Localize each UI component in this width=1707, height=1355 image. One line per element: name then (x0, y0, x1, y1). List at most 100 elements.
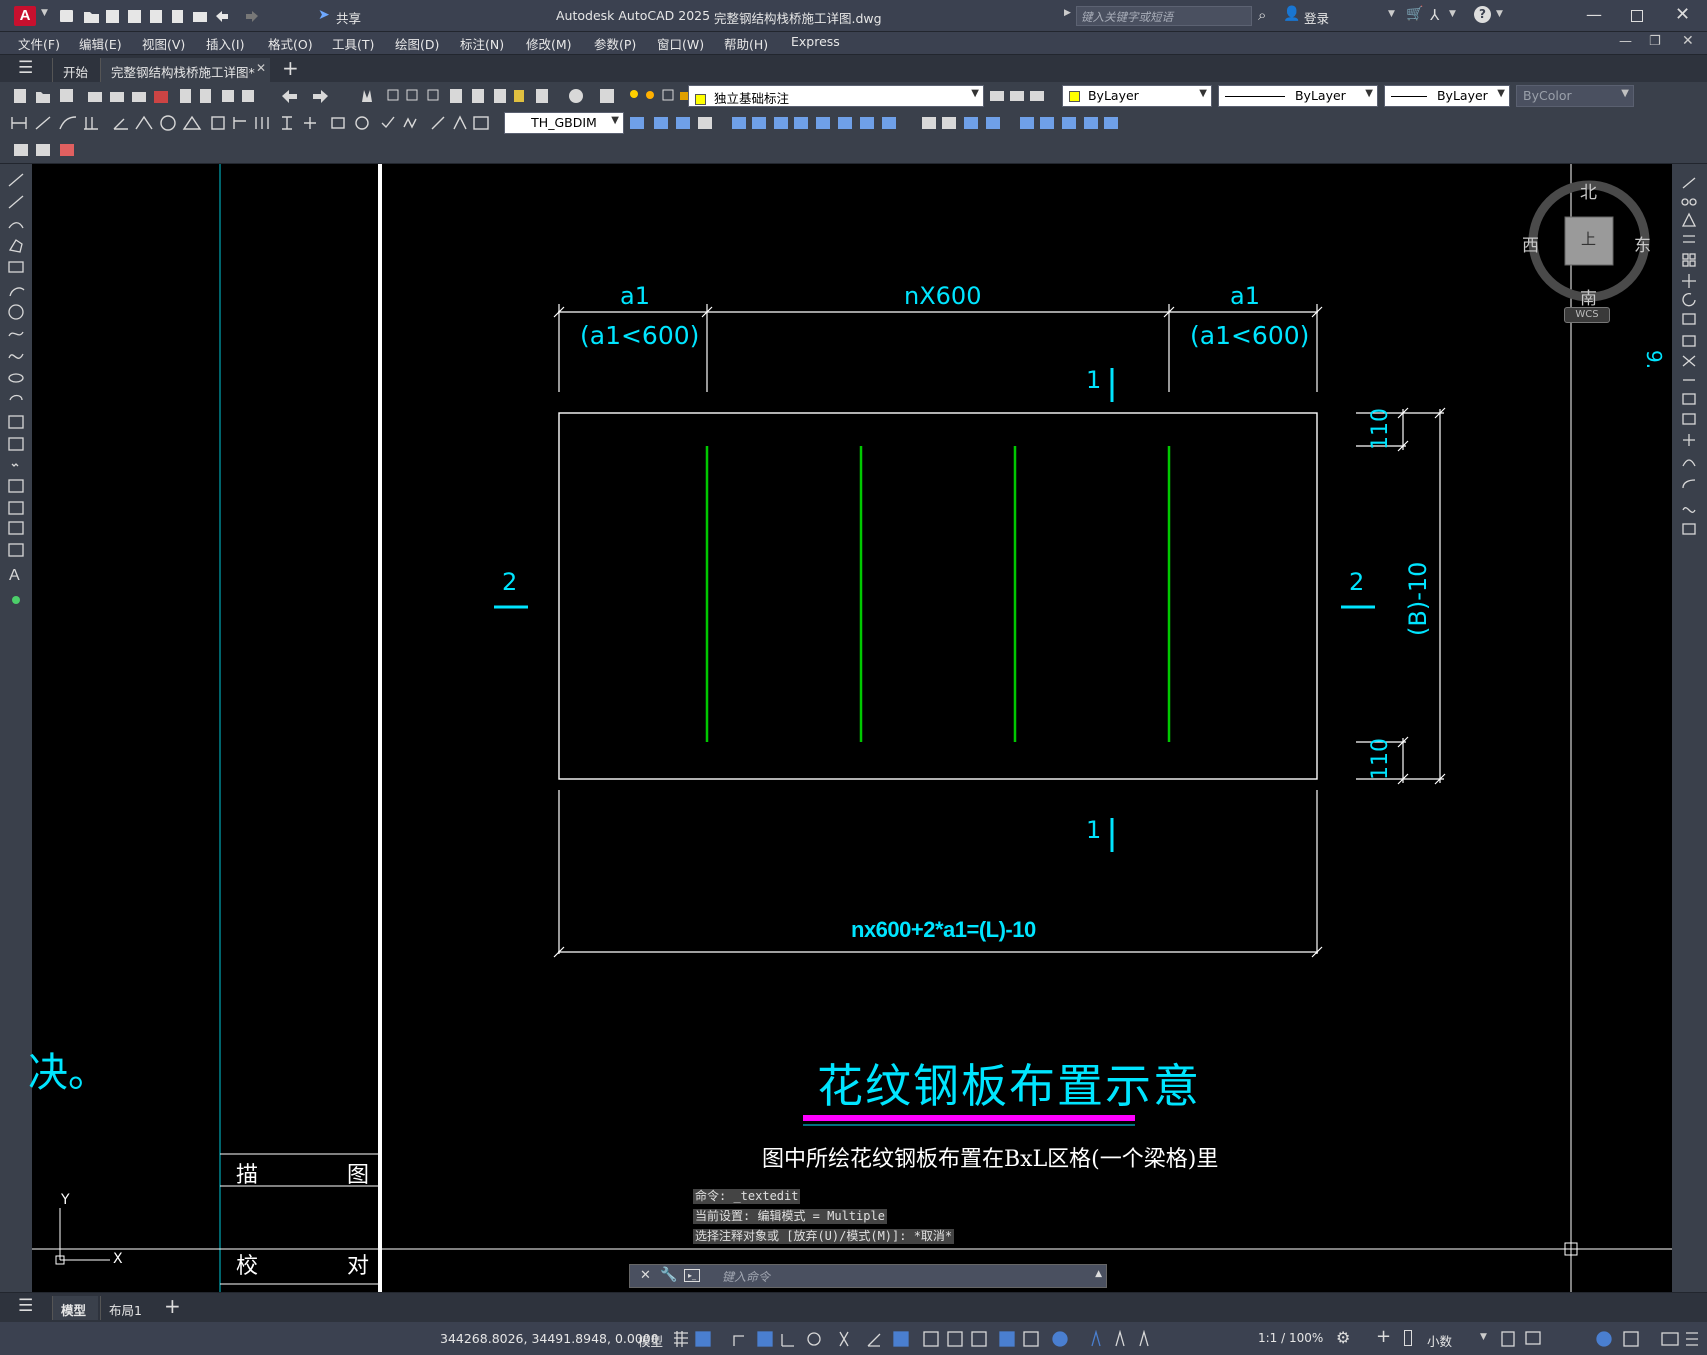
model-space-toggle[interactable]: 模型 (638, 1331, 663, 1350)
units-dropdown-arrow[interactable]: ▼ (1480, 1332, 1487, 1342)
extra-toolbar-icons[interactable] (12, 140, 82, 160)
dimstyle-dropdown[interactable]: TH_GBDIM ▼ (504, 112, 624, 134)
status-right-icons[interactable] (1500, 1330, 1700, 1348)
cart-icon[interactable]: 🛒 (1406, 6, 1423, 22)
maximize-window-icon[interactable] (1631, 10, 1643, 22)
isolate-objects-icon (1596, 1331, 1612, 1347)
annotation-monitor-icon[interactable]: + (1376, 1326, 1391, 1347)
close-tab-icon[interactable]: ✕ (256, 61, 266, 75)
app-menu-dropdown-icon[interactable]: ▼ (41, 8, 48, 18)
clean-screen-icon (1661, 1332, 1679, 1346)
viewcube-south[interactable]: 南 (1580, 284, 1597, 309)
command-history-line-3: 选择注释对象或 [放弃(U)/模式(M)]: *取消* (693, 1229, 955, 1244)
open-file-icon (84, 12, 99, 23)
account-dropdown-icon[interactable]: ▼ (1449, 9, 1456, 19)
draw-toolbar-vertical: A (0, 164, 32, 1292)
command-customize-icon[interactable]: 🔧 (660, 1267, 677, 1283)
quick-access-toolbar (58, 7, 318, 29)
status-toggle-icons[interactable] (672, 1330, 1232, 1348)
tab-model[interactable]: 模型 (52, 1296, 98, 1320)
viewcube-top[interactable]: 上 (1581, 228, 1596, 249)
right-text-fragment: 9. (1642, 350, 1666, 370)
command-history-toggle-icon[interactable]: ▲ (1095, 1269, 1102, 1279)
search-expand-icon[interactable]: ▶ (1064, 8, 1071, 18)
menu-tools[interactable]: 工具(T) (332, 34, 374, 53)
new-tab-icon[interactable]: + (282, 56, 299, 80)
command-history-line-2: 当前设置: 编辑模式 = Multiple (693, 1209, 887, 1224)
draw-tools-icons[interactable]: A (6, 168, 28, 618)
app-menu-button[interactable]: A (14, 6, 36, 26)
modify-tools-icons[interactable] (1679, 176, 1701, 576)
drawing-title: 花纹钢板布置示意 (817, 1059, 1201, 1113)
drawing-canvas[interactable]: a1 (a1<600) nX600 a1 (a1<600) 1 1 2 2 11… (28, 164, 1672, 1292)
help-dropdown-icon[interactable]: ▼ (1496, 9, 1503, 19)
close-window-icon[interactable]: ✕ (1675, 4, 1690, 25)
menu-view[interactable]: 视图(V) (142, 34, 185, 53)
annotation-scale-value[interactable]: 1:1 / 100% (1258, 1331, 1323, 1345)
menu-draw[interactable]: 绘图(D) (395, 34, 439, 53)
layer-tools-icons[interactable] (988, 87, 1048, 105)
lock-ui-icon (1525, 1331, 1541, 1345)
doc-close-icon[interactable]: ✕ (1682, 33, 1694, 49)
dim-a1-left: a1 (620, 282, 650, 310)
tab-start[interactable]: 开始 (52, 58, 98, 82)
color-dropdown[interactable]: ByLayer ▼ (1062, 85, 1212, 107)
share-button[interactable]: 共享 (336, 8, 361, 27)
section-2-right-label: 2 (1349, 568, 1365, 596)
standard-toolbar-icons[interactable] (10, 86, 690, 106)
layer-dropdown[interactable]: 独立基础标注 ▼ (688, 85, 984, 107)
command-recent-icon[interactable]: ▸_ (684, 1269, 700, 1282)
dim-110-bottom: 110 (1368, 738, 1393, 780)
dimension-toolbar-icons[interactable] (6, 113, 496, 133)
open-sheet-icon (172, 10, 183, 23)
help-icon[interactable]: ? (1474, 6, 1491, 23)
ucs-x-label: X (113, 1251, 123, 1267)
search-input[interactable]: 键入关键字或短语 (1076, 6, 1252, 26)
viewcube-north[interactable]: 北 (1580, 178, 1597, 203)
search-icon[interactable]: ⌕ (1258, 6, 1266, 24)
command-close-icon[interactable]: ✕ (640, 1268, 651, 1283)
autodesk-account-icon[interactable]: ⅄ (1430, 6, 1439, 24)
menu-file[interactable]: 文件(F) (18, 34, 60, 53)
menu-insert[interactable]: 插入(I) (206, 34, 244, 53)
doc-minimize-icon[interactable]: — (1619, 34, 1632, 49)
login-button[interactable]: 登录 (1304, 8, 1329, 27)
menu-window[interactable]: 窗口(W) (657, 34, 704, 53)
units-dropdown[interactable]: 小数 (1427, 1331, 1452, 1350)
login-dropdown-icon[interactable]: ▼ (1388, 9, 1395, 19)
infer-icon (733, 1335, 744, 1346)
minimize-window-icon[interactable]: — (1586, 5, 1602, 24)
coordinates-readout[interactable]: 344268.8026, 34491.8948, 0.0000 (440, 1331, 659, 1346)
menu-parametric[interactable]: 参数(P) (594, 34, 636, 53)
modify-toolbar-icons[interactable] (628, 113, 1138, 133)
new-layout-icon[interactable]: + (164, 1294, 181, 1318)
title-bar: A ▼ ➤ 共享 Autodesk AutoCAD 2025 完整钢结构栈桥施工… (0, 0, 1707, 32)
workspace-gear-icon[interactable]: ⚙ (1336, 1328, 1350, 1347)
menu-express[interactable]: Express (791, 34, 840, 49)
menu-edit[interactable]: 编辑(E) (79, 34, 122, 53)
command-input[interactable]: 键入命令 (722, 1268, 770, 1285)
hamburger-menu-icon[interactable]: ☰ (18, 58, 33, 78)
menu-bar: 文件(F) 编辑(E) 视图(V) 插入(I) 格式(O) 工具(T) 绘图(D… (0, 32, 1707, 54)
tab-active-document[interactable]: 完整钢结构栈桥施工详图* ✕ (100, 58, 270, 82)
dim-total-length: nx600+2*a1=(L)-10 (851, 917, 1036, 942)
wcs-menu[interactable]: WCS (1564, 307, 1610, 323)
dynamic-ucs-icon (999, 1331, 1015, 1347)
share-icon[interactable]: ➤ (318, 7, 330, 23)
menu-help[interactable]: 帮助(H) (724, 34, 768, 53)
tab-layout1[interactable]: 布局1 (100, 1296, 158, 1320)
plotstyle-dropdown[interactable]: ByColor ▼ (1516, 85, 1634, 107)
viewcube-west[interactable]: 西 (1522, 231, 1539, 256)
layout-list-icon[interactable]: ☰ (18, 1296, 33, 1316)
linetype-dropdown[interactable]: ByLayer ▼ (1218, 85, 1378, 107)
transparency-icon (923, 1331, 939, 1347)
lineweight-dropdown[interactable]: ByLayer ▼ (1384, 85, 1510, 107)
drawing-svg (32, 164, 1672, 1292)
viewcube-east[interactable]: 东 (1634, 231, 1651, 256)
stiffener-lines (705, 446, 1171, 742)
units-icon (1404, 1330, 1412, 1346)
menu-format[interactable]: 格式(O) (268, 34, 313, 53)
doc-restore-icon[interactable]: ❐ (1649, 34, 1661, 49)
menu-modify[interactable]: 修改(M) (526, 34, 572, 53)
menu-dimension[interactable]: 标注(N) (460, 34, 504, 53)
